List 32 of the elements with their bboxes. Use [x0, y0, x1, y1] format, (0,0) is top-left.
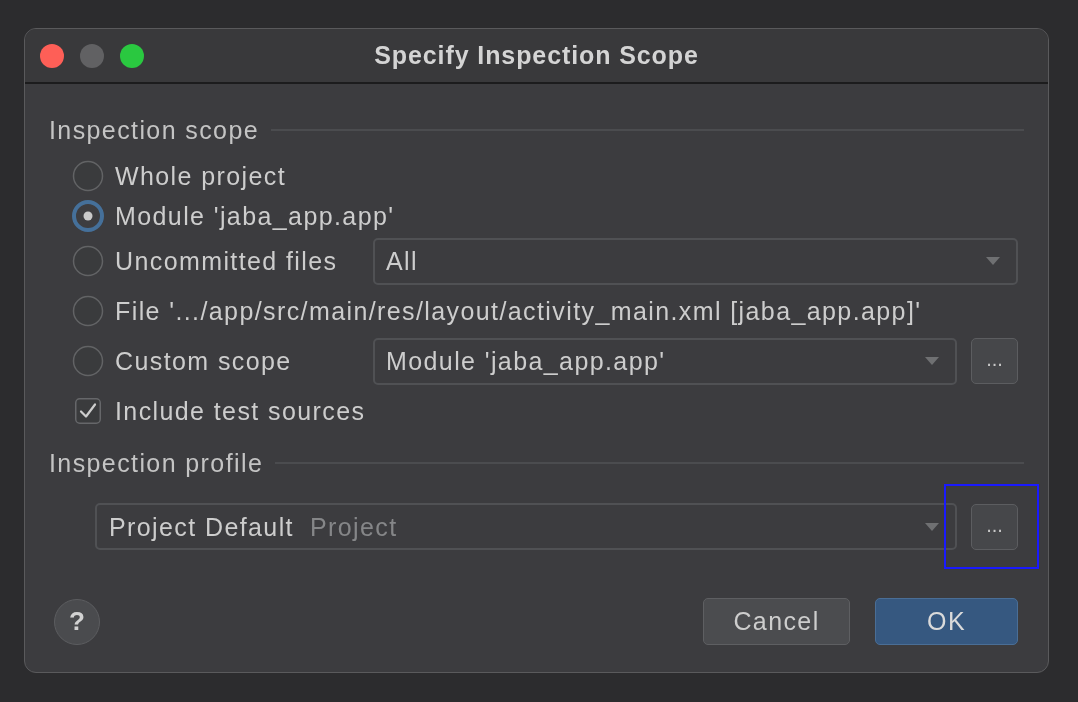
- caret-down-icon: [925, 522, 939, 531]
- checkbox[interactable]: [75, 398, 101, 424]
- radio-button[interactable]: [72, 245, 104, 277]
- dropdown-value: Module 'jaba_app.app': [386, 346, 666, 376]
- radio-label[interactable]: File '.../app/src/main/res/layout/activity_main.xml [jaba_app.app]': [115, 296, 922, 326]
- dropdown-value: Project Default: [109, 511, 294, 542]
- radio-button[interactable]: [72, 200, 104, 232]
- section-title: Inspection scope: [49, 115, 260, 145]
- browse-button[interactable]: ...: [971, 338, 1018, 384]
- radio-label[interactable]: Uncommitted files: [115, 246, 338, 276]
- caret-down-icon: [925, 357, 939, 365]
- dropdown[interactable]: Module 'jaba_app.app': [373, 337, 957, 385]
- help-button[interactable]: ?: [54, 598, 100, 645]
- dropdown-hint: Project: [309, 511, 398, 542]
- window-title: Specify Inspection Scope: [374, 39, 699, 71]
- dropdown[interactable]: All: [373, 237, 1018, 285]
- section-title: Inspection profile: [49, 448, 264, 478]
- zoom-icon[interactable]: [120, 43, 144, 68]
- profile-dropdown[interactable]: Project Default Project: [95, 503, 957, 550]
- default-button[interactable]: OK: [875, 598, 1018, 645]
- radio-button[interactable]: [72, 160, 104, 192]
- radio-label[interactable]: Whole project: [115, 161, 287, 191]
- dropdown-value: All: [386, 246, 418, 276]
- radio-label[interactable]: Module 'jaba_app.app': [115, 201, 395, 231]
- checkbox-label[interactable]: Include test sources: [115, 396, 366, 426]
- close-icon[interactable]: [40, 43, 64, 68]
- radio-button[interactable]: [72, 345, 104, 377]
- radio-button[interactable]: [72, 295, 104, 327]
- radio-label[interactable]: Custom scope: [115, 346, 292, 376]
- caret-down-icon: [986, 257, 1000, 265]
- dialog-button[interactable]: Cancel: [703, 598, 850, 645]
- browse-button[interactable]: ...: [971, 503, 1018, 550]
